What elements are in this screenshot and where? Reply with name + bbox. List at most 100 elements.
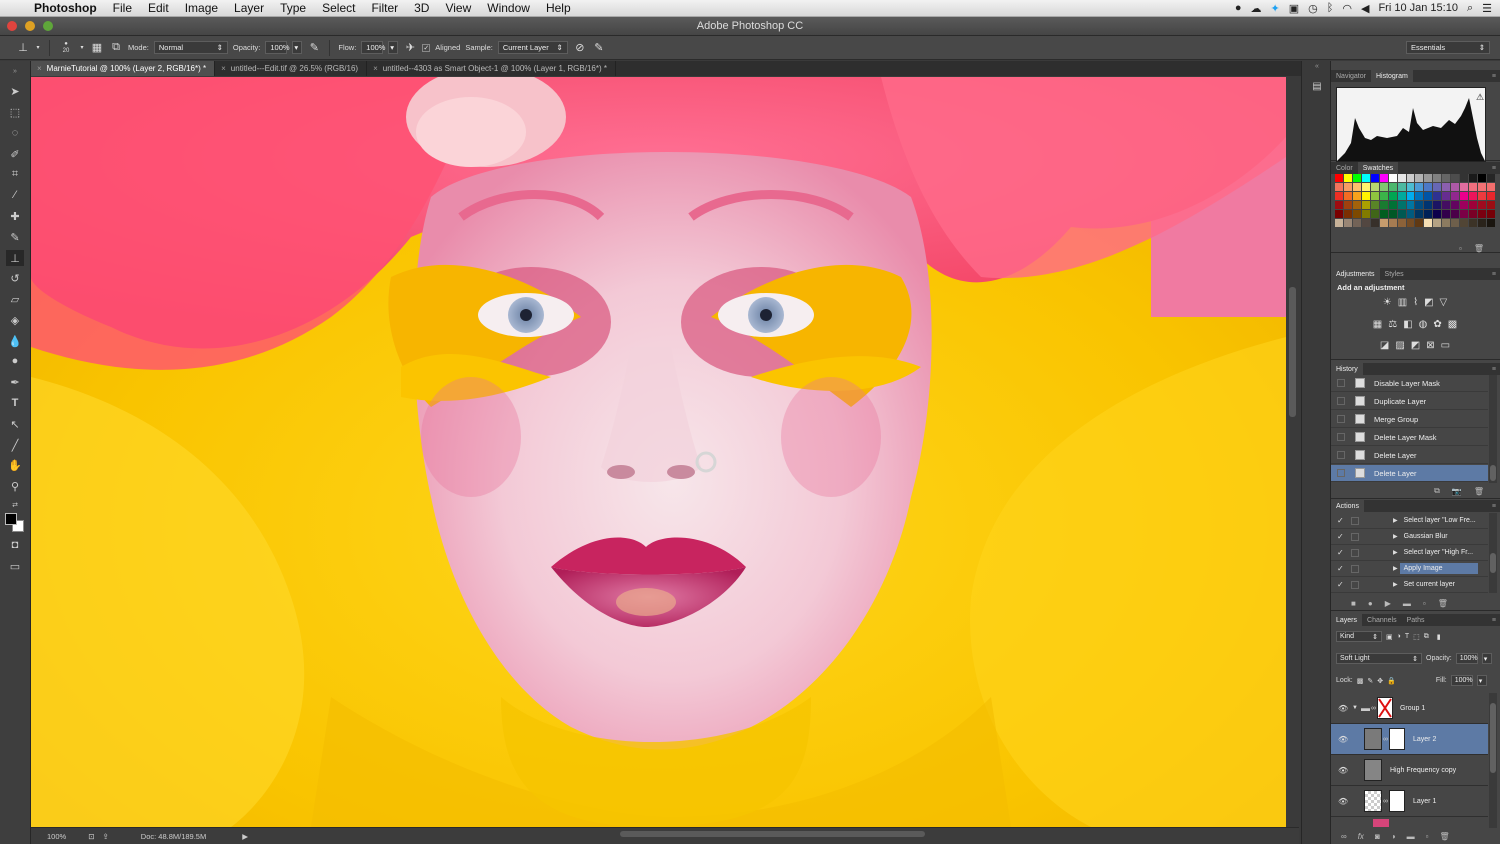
color-swatch[interactable]	[1352, 219, 1361, 227]
color-swatch[interactable]	[1486, 192, 1495, 200]
color-swatch[interactable]	[1469, 210, 1477, 218]
checkmark-icon[interactable]: ✓	[1337, 564, 1347, 573]
history-brush-source-checkbox[interactable]	[1337, 415, 1345, 423]
color-swatch[interactable]	[1370, 210, 1379, 218]
notification-icon[interactable]: ☰	[1482, 2, 1492, 15]
paint-bucket-tool-icon[interactable]: ◈	[6, 312, 24, 328]
threshold-icon[interactable]: ◩	[1411, 340, 1420, 351]
color-swatch[interactable]	[1469, 201, 1477, 209]
type-tool-icon[interactable]: T	[6, 395, 24, 411]
menu-window[interactable]: Window	[479, 1, 538, 15]
document-canvas[interactable]	[31, 77, 1286, 827]
expand-group-icon[interactable]: ▼	[1352, 705, 1358, 711]
color-swatch[interactable]	[1424, 192, 1433, 200]
color-swatch[interactable]	[1460, 183, 1469, 191]
layer-opacity-dropdown[interactable]: ▾	[1481, 653, 1492, 664]
color-swatch[interactable]	[1442, 210, 1451, 218]
color-swatch[interactable]	[1451, 192, 1460, 200]
tab-actions[interactable]: Actions	[1331, 500, 1364, 512]
color-swatch[interactable]	[1388, 210, 1397, 218]
quick-mask-icon[interactable]: ◘	[6, 537, 24, 553]
black-white-icon[interactable]: ◧	[1403, 319, 1412, 330]
kind-filter-select[interactable]: Kind ⇕	[1336, 631, 1382, 642]
clock-text[interactable]: Fri 10 Jan 15:10	[1378, 2, 1458, 14]
expand-triangle-icon[interactable]: ▶	[1393, 549, 1398, 556]
expand-triangle-icon[interactable]: ▶	[1393, 533, 1398, 540]
color-swatch[interactable]	[1406, 219, 1415, 227]
history-brush-source-checkbox[interactable]	[1337, 451, 1345, 459]
swatch-grid[interactable]	[1335, 174, 1495, 228]
color-swatch[interactable]	[1442, 192, 1451, 200]
lock-pixels-icon[interactable]: ✎	[1367, 677, 1373, 685]
close-tab-icon[interactable]: ×	[221, 64, 226, 73]
color-swatch[interactable]	[1486, 183, 1495, 191]
color-swatch[interactable]	[1460, 192, 1469, 200]
visibility-eye-icon[interactable]: 👁	[1338, 735, 1350, 744]
color-swatch[interactable]	[1352, 201, 1361, 209]
status-app-icon[interactable]: ●	[1235, 2, 1242, 14]
new-action-icon[interactable]: ▫	[1423, 599, 1426, 608]
close-tab-icon[interactable]: ×	[373, 64, 378, 73]
panel-menu-icon[interactable]: ≡	[1492, 503, 1500, 510]
color-swatch[interactable]	[1379, 183, 1388, 191]
action-step[interactable]: ✓ ▶ Select layer "High Fr...	[1331, 545, 1488, 561]
blur-tool-icon[interactable]: 💧	[6, 333, 24, 349]
play-icon[interactable]: ▶	[1385, 599, 1391, 608]
menu-file[interactable]: File	[105, 1, 140, 15]
scrollbar-thumb[interactable]	[1490, 703, 1496, 773]
chevron-down-icon[interactable]: ▾	[79, 41, 85, 55]
color-swatch[interactable]	[1424, 219, 1433, 227]
levels-icon[interactable]: ▥	[1398, 297, 1407, 308]
color-swatch[interactable]	[1335, 192, 1343, 200]
menu-edit[interactable]: Edit	[140, 1, 177, 15]
color-swatch[interactable]	[1415, 174, 1424, 182]
color-swatch[interactable]	[1478, 219, 1486, 227]
visibility-eye-icon[interactable]: 👁	[1338, 704, 1350, 713]
mode-select[interactable]: Normal ⇕	[153, 41, 228, 54]
expand-triangle-icon[interactable]: ▶	[1393, 581, 1398, 588]
hand-tool-icon[interactable]: ✋	[6, 457, 24, 473]
canvas-vertical-scrollbar[interactable]	[1286, 77, 1299, 827]
tab-paths[interactable]: Paths	[1402, 614, 1430, 626]
color-swatch[interactable]	[1442, 183, 1451, 191]
layer-row-layer-2[interactable]: 👁 ∞ Layer 2	[1331, 724, 1488, 755]
chevron-down-icon[interactable]: ▾	[35, 41, 41, 55]
color-swatch[interactable]	[1478, 210, 1486, 218]
clone-stamp-tool-preset-icon[interactable]: ⊥	[16, 41, 30, 55]
color-swatch[interactable]	[1424, 210, 1433, 218]
share-icon[interactable]: ⇪	[102, 832, 108, 841]
panel-menu-icon[interactable]: ≡	[1492, 617, 1500, 624]
color-swatch[interactable]	[1361, 201, 1370, 209]
checkmark-icon[interactable]: ✓	[1337, 516, 1347, 525]
ignore-adjustment-layers-icon[interactable]: ⊘	[573, 41, 587, 55]
tab-navigator[interactable]: Navigator	[1331, 70, 1371, 82]
layer-name[interactable]: Layer 2	[1413, 736, 1436, 743]
color-swatch[interactable]	[1343, 183, 1352, 191]
history-brush-source-checkbox[interactable]	[1337, 379, 1345, 387]
color-swatch[interactable]	[1424, 183, 1433, 191]
color-swatch[interactable]	[1460, 174, 1469, 182]
wifi-icon[interactable]: ◠	[1342, 2, 1352, 15]
history-item[interactable]: Merge Group	[1331, 411, 1488, 428]
color-swatch[interactable]	[1415, 183, 1424, 191]
time-machine-icon[interactable]: ◷	[1308, 2, 1318, 15]
color-swatch[interactable]	[1370, 174, 1379, 182]
color-swatch[interactable]	[1478, 192, 1486, 200]
color-swatch[interactable]	[1406, 210, 1415, 218]
history-item[interactable]: Delete Layer Mask	[1331, 429, 1488, 446]
color-swatch[interactable]	[1343, 219, 1352, 227]
expand-triangle-icon[interactable]: ▶	[1393, 565, 1398, 572]
lasso-tool-icon[interactable]: ◌	[6, 125, 24, 141]
posterize-icon[interactable]: ▨	[1395, 340, 1404, 351]
twitter-icon[interactable]: ✦	[1271, 2, 1280, 15]
link-layers-icon[interactable]: ∞	[1341, 832, 1347, 841]
color-swatch[interactable]	[1433, 192, 1442, 200]
vibrance-icon[interactable]: ▽	[1440, 297, 1448, 308]
lock-transparent-icon[interactable]: ▩	[1357, 677, 1364, 685]
color-swatch[interactable]	[1379, 219, 1388, 227]
color-swatches[interactable]	[5, 513, 27, 535]
properties-panel-icon[interactable]: ▤	[1309, 81, 1325, 95]
foreground-color[interactable]	[5, 513, 17, 525]
color-swatch[interactable]	[1335, 210, 1343, 218]
layer-thumbnail[interactable]	[1364, 728, 1382, 750]
